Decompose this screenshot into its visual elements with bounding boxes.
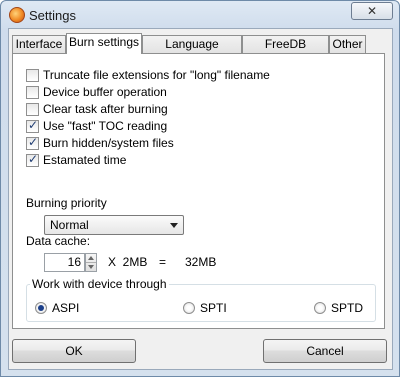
checkbox[interactable] — [26, 68, 39, 82]
spin-down-icon[interactable] — [88, 265, 94, 269]
option-label: Device buffer operation — [43, 85, 167, 99]
burning-priority-value: Normal — [50, 218, 89, 232]
ok-button[interactable]: OK — [12, 339, 136, 363]
data-cache-result: 32MB — [185, 255, 217, 269]
radio-label: SPTD — [331, 301, 364, 315]
radio-button[interactable] — [183, 302, 195, 314]
option-label: Use "fast" TOC reading — [43, 119, 168, 133]
burning-priority-label: Burning priority — [26, 196, 107, 210]
device-interface-group: Work with device through ASPI SPTI SPTD — [26, 277, 376, 322]
radio-sptd[interactable]: SPTD — [314, 301, 363, 315]
option-device-buffer[interactable]: Device buffer operation — [26, 85, 167, 99]
option-label: Truncate file extensions for "long" file… — [43, 68, 270, 82]
title-bar: Settings ✕ — [1, 1, 399, 29]
burning-priority-select[interactable]: Normal — [44, 215, 184, 235]
radio-label: SPTI — [200, 301, 227, 315]
tab-freedb-settings[interactable]: FreeDB settings — [242, 35, 329, 67]
option-fast-toc[interactable]: Use "fast" TOC reading — [26, 118, 168, 133]
tab-interface[interactable]: Interface — [12, 35, 66, 53]
data-cache-multiplier: X 2MB — [108, 255, 148, 269]
data-cache-input[interactable]: 16 — [44, 253, 85, 272]
data-cache-equals: = — [159, 255, 167, 269]
burn-settings-panel: Truncate file extensions for "long" file… — [12, 53, 385, 329]
option-clear-task[interactable]: Clear task after burning — [26, 102, 168, 116]
group-title: Work with device through — [30, 277, 169, 291]
cancel-button[interactable]: Cancel — [263, 339, 387, 363]
checkbox[interactable] — [26, 152, 39, 167]
option-label: Clear task after burning — [43, 102, 168, 116]
data-cache-stepper[interactable] — [85, 253, 97, 272]
option-truncate-extensions[interactable]: Truncate file extensions for "long" file… — [26, 68, 270, 82]
radio-button[interactable] — [314, 302, 326, 314]
option-label: Estamated time — [43, 153, 127, 167]
spin-up-icon[interactable] — [88, 256, 94, 260]
checkbox[interactable] — [26, 118, 39, 133]
tab-language-settings[interactable]: Language settings — [142, 35, 242, 67]
tab-burn-settings[interactable]: Burn settings — [66, 33, 142, 54]
option-estimated-time[interactable]: Estamated time — [26, 152, 127, 167]
app-icon — [9, 7, 25, 23]
chevron-down-icon — [170, 223, 178, 228]
dialog-body: Interface Burn settings Language setting… — [8, 28, 393, 370]
window-title: Settings — [29, 8, 76, 23]
radio-label: ASPI — [52, 301, 80, 315]
data-cache-label: Data cache: — [26, 234, 91, 248]
radio-aspi[interactable]: ASPI — [35, 301, 79, 315]
checkbox[interactable] — [26, 102, 39, 116]
divider — [86, 262, 96, 263]
radio-spti[interactable]: SPTI — [183, 301, 227, 315]
tab-other[interactable]: Other — [329, 35, 366, 53]
option-label: Burn hidden/system files — [43, 136, 174, 150]
settings-window: Settings ✕ Interface Burn settings Langu… — [0, 0, 400, 377]
option-burn-hidden[interactable]: Burn hidden/system files — [26, 135, 174, 150]
close-button[interactable]: ✕ — [351, 2, 393, 20]
checkbox[interactable] — [26, 135, 39, 150]
checkbox[interactable] — [26, 85, 39, 99]
radio-button[interactable] — [35, 302, 47, 314]
